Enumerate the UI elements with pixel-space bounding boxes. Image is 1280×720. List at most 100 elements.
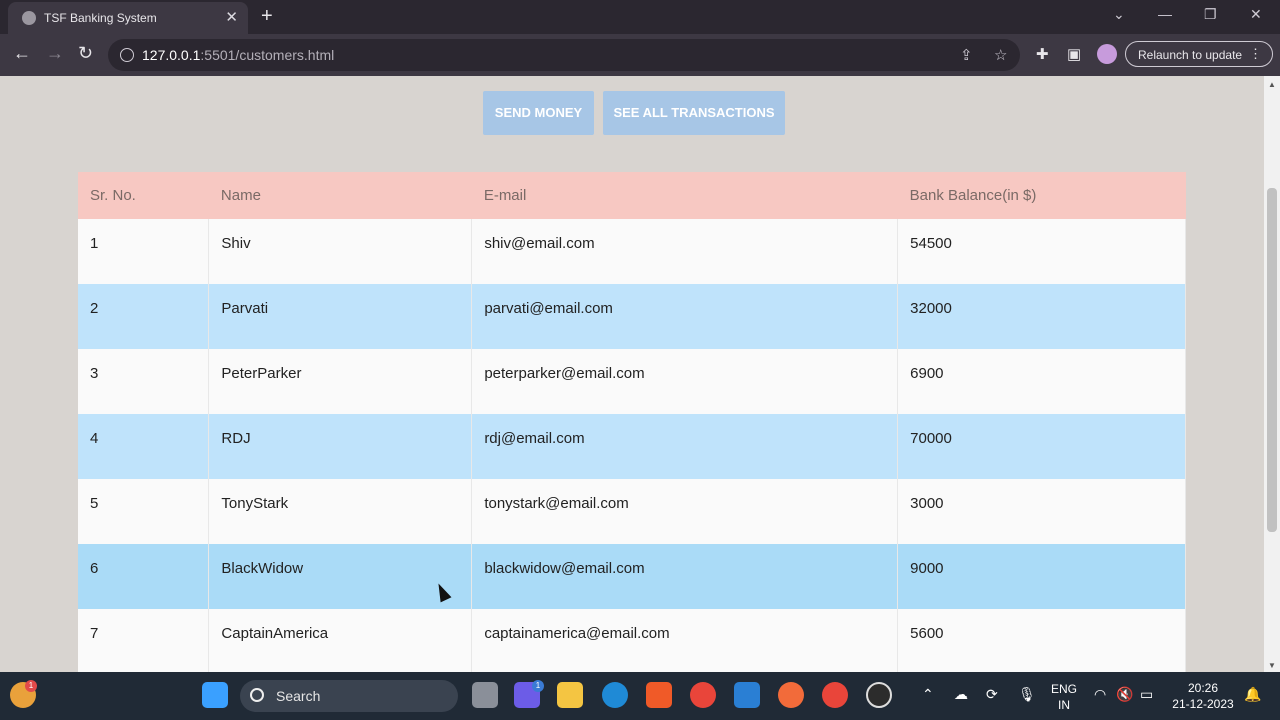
table-row[interactable]: 1 Shiv shiv@email.com 54500 [78, 219, 1186, 284]
edge-icon[interactable] [602, 682, 628, 708]
language-bottom[interactable]: IN [1050, 698, 1078, 712]
tab-title: TSF Banking System [44, 11, 157, 25]
header-balance: Bank Balance(in $) [897, 172, 1186, 219]
customers-table: Sr. No. Name E-mail Bank Balance(in $) 1… [78, 172, 1186, 672]
onedrive-icon[interactable]: ☁ [954, 686, 968, 703]
tab-search-icon[interactable]: ⌄ [1113, 6, 1125, 23]
cell-name: Parvati [208, 284, 473, 349]
globe-icon [22, 11, 36, 25]
table-row[interactable]: 7 CaptainAmerica captainamerica@email.co… [78, 609, 1186, 672]
search-label: Search [276, 688, 321, 704]
task-view-icon[interactable] [472, 682, 498, 708]
cell-sr-no: 4 [78, 414, 210, 479]
file-explorer-icon[interactable] [557, 682, 583, 708]
cell-balance: 6900 [897, 349, 1186, 414]
teams-badge: 1 [532, 680, 544, 692]
back-icon[interactable]: ← [13, 43, 31, 64]
reload-icon[interactable]: ↻ [78, 43, 93, 64]
cell-balance: 54500 [897, 219, 1186, 284]
cell-sr-no: 1 [78, 219, 210, 284]
cell-email: parvati@email.com [471, 284, 899, 349]
cell-email: rdj@email.com [471, 414, 899, 479]
notification-bell-icon[interactable]: 🔔 [1244, 686, 1261, 703]
address-bar[interactable]: 127.0.0.1:5501/customers.html ⇪ ☆ [108, 39, 1020, 71]
cell-sr-no: 6 [78, 544, 210, 609]
send-money-button[interactable]: SEND MONEY [483, 91, 594, 135]
browser-titlebar: TSF Banking System ✕ + ⌄ — ❐ ✕ [0, 0, 1280, 34]
header-sr-no: Sr. No. [78, 172, 209, 219]
windows-start-icon[interactable] [202, 682, 228, 708]
profile-avatar[interactable] [1097, 44, 1117, 64]
cell-email: blackwidow@email.com [471, 544, 899, 609]
maximize-icon[interactable]: ❐ [1204, 6, 1217, 23]
cell-name: PeterParker [208, 349, 473, 414]
postman-icon[interactable] [778, 682, 804, 708]
cell-sr-no: 3 [78, 349, 210, 414]
page-content: SEND MONEY SEE ALL TRANSACTIONS Sr. No. … [0, 76, 1264, 672]
chevron-up-icon[interactable]: ⌃ [922, 686, 934, 703]
cell-email: shiv@email.com [471, 219, 899, 284]
browser-tab[interactable]: TSF Banking System ✕ [8, 2, 248, 34]
widgets-badge: 1 [25, 680, 37, 692]
relaunch-label: Relaunch to update [1138, 48, 1243, 62]
clock-time[interactable]: 20:26 [1168, 681, 1238, 695]
browser-toolbar: ← → ↻ 127.0.0.1:5501/customers.html ⇪ ☆ … [0, 34, 1280, 76]
clock-date[interactable]: 21-12-2023 [1168, 697, 1238, 711]
scroll-down-icon[interactable]: ▼ [1268, 661, 1276, 670]
extensions-icon[interactable]: ✚ [1036, 45, 1049, 63]
vscode-icon[interactable] [734, 682, 760, 708]
forward-icon[interactable]: → [46, 43, 64, 64]
search-icon [250, 688, 264, 702]
taskbar: 1 Search 1 ⌃ ☁ ⟳ 🎙 ENG IN ◠ 🔇 ▭ 20:26 21… [0, 672, 1280, 720]
page-scrollbar[interactable]: ▲ ▼ [1264, 76, 1280, 672]
table-row[interactable]: 5 TonyStark tonystark@email.com 3000 [78, 479, 1186, 544]
cell-balance: 32000 [897, 284, 1186, 349]
table-row[interactable]: 4 RDJ rdj@email.com 70000 [78, 414, 1186, 479]
sync-icon[interactable]: ⟳ [986, 686, 998, 703]
relaunch-button[interactable]: Relaunch to update ⋮ [1125, 41, 1273, 67]
chrome-icon[interactable] [690, 682, 716, 708]
brave-icon[interactable] [646, 682, 672, 708]
table-row[interactable]: 3 PeterParker peterparker@email.com 6900 [78, 349, 1186, 414]
taskbar-search[interactable]: Search [240, 680, 458, 712]
cell-email: peterparker@email.com [471, 349, 899, 414]
cell-email: captainamerica@email.com [471, 609, 899, 672]
language-top[interactable]: ENG [1050, 682, 1078, 696]
scroll-thumb[interactable] [1267, 188, 1277, 532]
cell-balance: 3000 [897, 479, 1186, 544]
side-panel-icon[interactable]: ▣ [1067, 45, 1081, 63]
see-all-transactions-button[interactable]: SEE ALL TRANSACTIONS [603, 91, 785, 135]
cell-balance: 70000 [897, 414, 1186, 479]
cell-name: BlackWidow [208, 544, 473, 609]
header-email: E-mail [471, 172, 898, 219]
cell-balance: 9000 [897, 544, 1186, 609]
microphone-icon[interactable]: 🎙 [1018, 686, 1036, 703]
scroll-up-icon[interactable]: ▲ [1268, 80, 1276, 89]
table-row[interactable]: 6 BlackWidow blackwidow@email.com 9000 [78, 544, 1186, 609]
cell-email: tonystark@email.com [471, 479, 899, 544]
cell-sr-no: 7 [78, 609, 210, 672]
cell-name: Shiv [208, 219, 473, 284]
menu-dots-icon: ⋮ [1249, 46, 1262, 61]
chrome-profile-icon[interactable] [822, 682, 848, 708]
new-tab-button[interactable]: + [261, 5, 273, 28]
header-name: Name [208, 172, 472, 219]
obs-icon[interactable] [866, 682, 892, 708]
wifi-icon[interactable]: ◠ [1094, 686, 1106, 703]
close-tab-icon[interactable]: ✕ [225, 8, 238, 26]
cell-sr-no: 5 [78, 479, 210, 544]
cell-sr-no: 2 [78, 284, 210, 349]
cell-name: CaptainAmerica [208, 609, 473, 672]
share-icon[interactable]: ⇪ [960, 46, 973, 64]
site-info-icon[interactable] [120, 48, 134, 62]
cell-name: TonyStark [208, 479, 473, 544]
battery-icon[interactable]: ▭ [1140, 686, 1153, 703]
close-window-icon[interactable]: ✕ [1250, 6, 1262, 23]
bookmark-star-icon[interactable]: ☆ [994, 46, 1007, 64]
volume-mute-icon[interactable]: 🔇 [1116, 686, 1133, 703]
minimize-icon[interactable]: — [1158, 6, 1172, 22]
cell-balance: 5600 [897, 609, 1186, 672]
table-row[interactable]: 2 Parvati parvati@email.com 32000 [78, 284, 1186, 349]
cell-name: RDJ [208, 414, 473, 479]
url-text[interactable]: 127.0.0.1:5501/customers.html [142, 47, 334, 63]
